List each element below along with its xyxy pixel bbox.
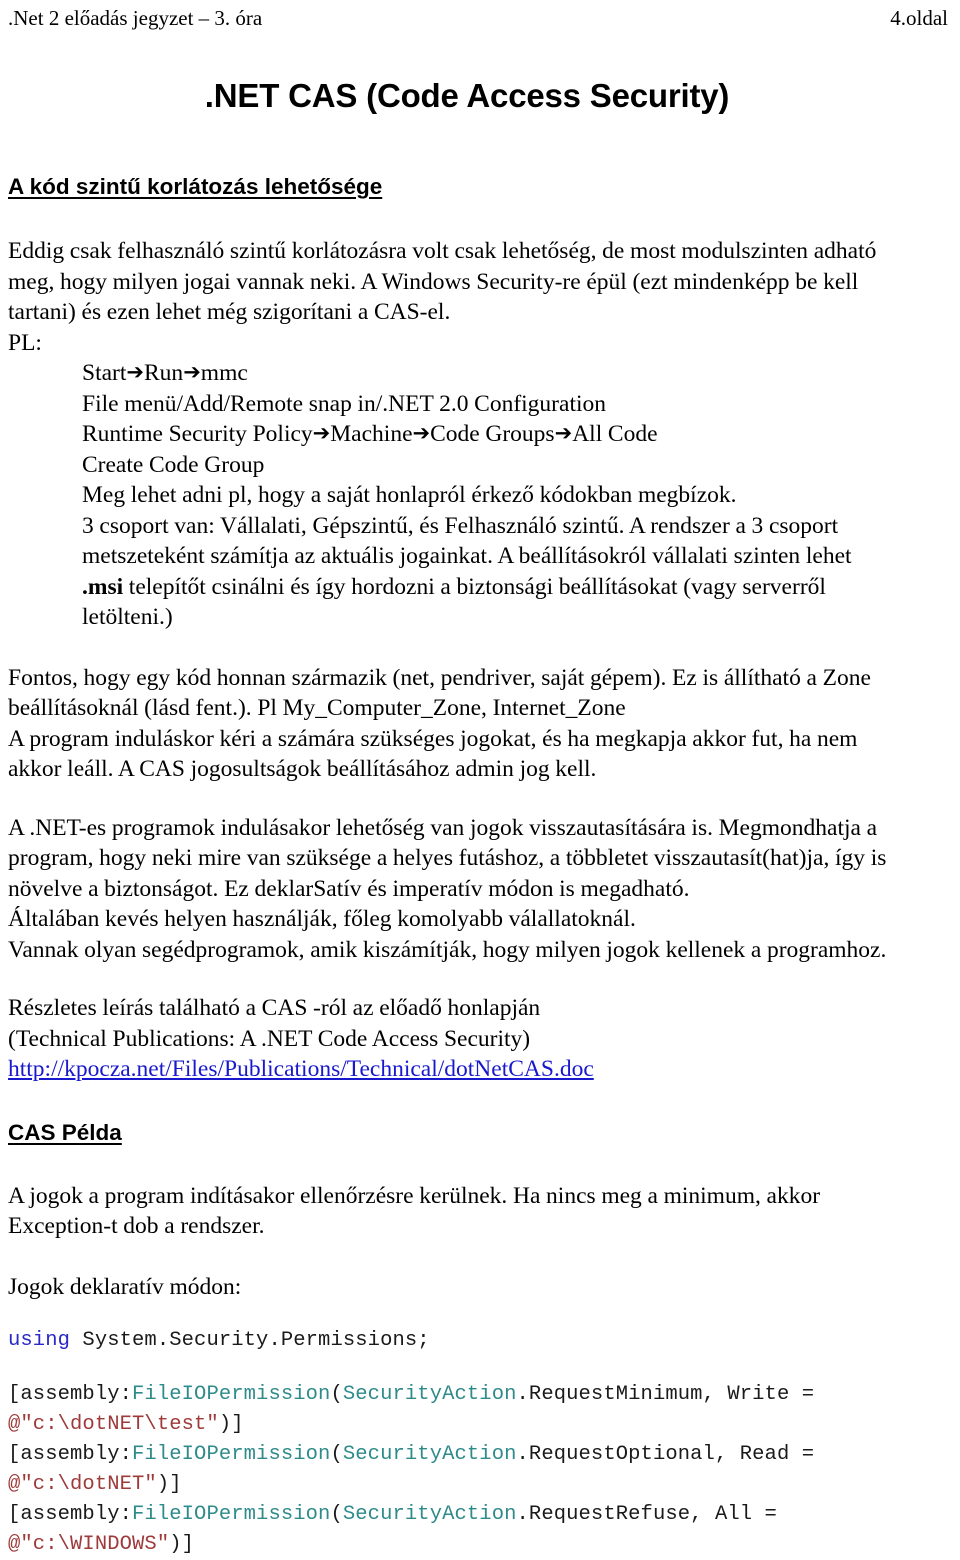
arrow-right-icon: ➔ <box>554 421 573 445</box>
step-line-3: Runtime Security Policy ➔ Machine ➔ Code… <box>82 419 950 450</box>
code-type-fileio-1: FileIOPermission <box>132 1383 331 1406</box>
code-attr-open-2: [assembly: <box>8 1443 133 1466</box>
code-type-action-2: SecurityAction <box>342 1443 517 1466</box>
code-namespace: System.Security.Permissions; <box>70 1329 430 1352</box>
refuse-line-2: program, hogy neki mire van szüksége a h… <box>8 845 887 871</box>
declarative-label: Jogok deklaratív módon: <box>8 1273 242 1300</box>
intro-line-2: meg, hogy milyen jogai vannak neki. A Wi… <box>8 268 859 295</box>
code-line-using: using System.Security.Permissions; <box>8 1326 950 1356</box>
code-type-action-3: SecurityAction <box>342 1503 517 1526</box>
code-line-5: [assembly:FileIOPermission(SecurityActio… <box>8 1500 950 1530</box>
zone-line-4: akkor leáll. A CAS jogosultságok beállít… <box>8 756 597 782</box>
code-paren-3: ( <box>330 1503 343 1526</box>
code-line-1: [assembly:FileIOPermission(SecurityActio… <box>8 1380 950 1410</box>
code-type-fileio-2: FileIOPermission <box>132 1443 331 1466</box>
refuse-paragraph: A .NET-es programok indulásakor lehetősé… <box>8 813 950 966</box>
step-run: Run <box>144 360 184 386</box>
code-line-4: @"c:\dotNET")] <box>8 1470 950 1500</box>
step-machine: Machine <box>330 421 413 447</box>
running-head: .Net 2 előadás jegyzet – 3. óra 4.oldal <box>8 0 950 33</box>
code-string-1: @"c:\dotNET\test" <box>8 1413 219 1436</box>
refuse-line-5: Vannak olyan segédprogramok, amik kiszám… <box>8 936 887 963</box>
arrow-right-icon: ➔ <box>312 421 331 445</box>
code-string-3: @"c:\WINDOWS" <box>8 1533 170 1556</box>
code-args-2: .RequestOptional, Read = <box>516 1443 815 1466</box>
code-line-2: @"c:\dotNET\test")] <box>8 1410 950 1440</box>
refuse-line-3: növelve a biztonságot. Ez deklarSatív és… <box>8 875 690 902</box>
intro-line-1: Eddig csak felhasználó szintű korlátozás… <box>8 238 877 264</box>
step-line-6: 3 csoport van: Vállalati, Gépszintű, és … <box>82 512 839 539</box>
intro-line-3: tartani) és ezen lehet még szigorítani a… <box>8 299 451 325</box>
zone-line-3: A program induláskor kéri a számára szük… <box>8 725 858 752</box>
code-line-6: @"c:\WINDOWS")] <box>8 1530 950 1560</box>
code-attr-open-3: [assembly: <box>8 1503 133 1526</box>
step-runtime-policy: Runtime Security Policy <box>82 421 313 447</box>
code-line-3: [assembly:FileIOPermission(SecurityActio… <box>8 1440 950 1470</box>
step-line-5: Meg lehet adni pl, hogy a saját honlapró… <box>82 482 737 508</box>
refuse-line-4: Általában kevés helyen használják, főleg… <box>8 906 636 932</box>
code-args-3: .RequestRefuse, All = <box>516 1503 777 1526</box>
msi-emphasis: .msi <box>82 573 124 600</box>
section-heading-2: CAS Példa <box>8 1119 122 1145</box>
reference-link-line: http://kpocza.net/Files/Publications/Tec… <box>8 1054 950 1085</box>
code-string-2: @"c:\dotNET" <box>8 1473 157 1496</box>
running-head-left: .Net 2 előadás jegyzet – 3. óra <box>8 6 263 30</box>
page-title: .NET CAS (Code Access Security) <box>204 77 730 114</box>
step-line-8: .msi telepítőt csinálni és így hordozni … <box>82 572 950 603</box>
arrow-right-icon: ➔ <box>126 360 144 384</box>
reference-line-2: (Technical Publications: A .NET Code Acc… <box>8 1025 531 1052</box>
code-args-1: .RequestMinimum, Write = <box>516 1383 815 1406</box>
step-line-4: Create Code Group <box>82 451 265 478</box>
step-code-groups: Code Groups <box>430 421 555 447</box>
steps-block: Start ➔ Run ➔ mmc File menü/Add/Remote s… <box>82 358 950 633</box>
section-heading-1-wrap: A kód szintű korlátozás lehetősége <box>8 173 950 201</box>
example-line-1: A jogok a program indításakor ellenőrzés… <box>8 1182 821 1209</box>
step-line-2: File menü/Add/Remote snap in/.NET 2.0 Co… <box>82 390 606 417</box>
reference-line-1: Részletes leírás található a CAS -ról az… <box>8 995 541 1021</box>
step-start: Start <box>82 360 127 386</box>
code-type-fileio-3: FileIOPermission <box>132 1503 331 1526</box>
step-mmc: mmc <box>200 360 248 386</box>
code-keyword-using: using <box>8 1329 71 1352</box>
section-heading-2-wrap: CAS Példa <box>8 1119 950 1147</box>
document-page: .Net 2 előadás jegyzet – 3. óra 4.oldal … <box>0 0 960 1556</box>
arrow-right-icon: ➔ <box>412 421 431 445</box>
step-line-8-rest: telepítőt csinálni és így hordozni a biz… <box>123 573 826 600</box>
code-attr-open-1: [assembly: <box>8 1383 133 1406</box>
code-close-1: )] <box>218 1413 244 1436</box>
reference-block: Részletes leírás található a CAS -ról az… <box>8 993 950 1085</box>
example-paragraph: A jogok a program indításakor ellenőrzés… <box>8 1181 950 1242</box>
code-close-3: )] <box>169 1533 195 1556</box>
running-head-right: 4.oldal <box>890 6 948 30</box>
refuse-line-1: A .NET-es programok indulásakor lehetősé… <box>8 814 878 841</box>
intro-paragraph: Eddig csak felhasználó szintű korlátozás… <box>8 236 950 358</box>
code-type-action-1: SecurityAction <box>342 1383 517 1406</box>
arrow-right-icon: ➔ <box>183 360 201 384</box>
step-all-code: All Code <box>572 421 658 447</box>
zone-line-1: Fontos, hogy egy kód honnan származik (n… <box>8 664 871 691</box>
code-close-2: )] <box>156 1473 182 1496</box>
section-heading-1: A kód szintű korlátozás lehetősége <box>8 174 383 199</box>
zone-line-2: beállításoknál (lásd fent.). Pl My_Compu… <box>8 695 626 721</box>
step-line-9: letölteni.) <box>82 604 173 630</box>
code-paren-2: ( <box>330 1443 343 1466</box>
step-line-7: metszeteként számítja az aktuális jogain… <box>82 543 852 569</box>
pl-label: PL: <box>8 329 42 356</box>
step-line-1: Start ➔ Run ➔ mmc <box>82 358 950 389</box>
zone-paragraph: Fontos, hogy egy kód honnan származik (n… <box>8 663 950 785</box>
example-line-2: Exception-t dob a rendszer. <box>8 1213 265 1239</box>
code-paren-1: ( <box>330 1383 343 1406</box>
dotnetcas-doc-link[interactable]: http://kpocza.net/Files/Publications/Tec… <box>8 1056 594 1082</box>
